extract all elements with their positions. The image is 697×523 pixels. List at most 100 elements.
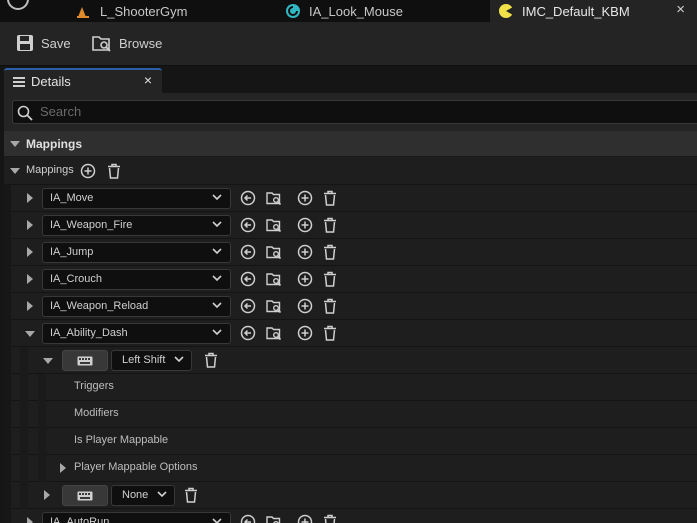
close-icon[interactable]: × <box>676 1 685 18</box>
browse-button[interactable]: Browse <box>92 33 162 53</box>
expand-arrow-icon[interactable] <box>44 490 50 500</box>
expand-arrow-icon[interactable] <box>27 220 33 230</box>
plus-circle-icon[interactable] <box>80 163 96 179</box>
find-in-browser-icon[interactable] <box>266 298 282 314</box>
reset-arrow-icon[interactable] <box>240 298 256 314</box>
plus-circle-icon[interactable] <box>297 325 313 341</box>
input-action-icon <box>286 4 300 18</box>
find-in-browser-icon[interactable] <box>266 514 282 523</box>
reset-arrow-icon[interactable] <box>240 190 256 206</box>
action-row: IA_Ability_Dash <box>4 320 697 347</box>
find-in-browser-icon[interactable] <box>266 217 282 233</box>
category-mappings[interactable]: Mappings <box>4 131 697 157</box>
collapse-arrow-icon[interactable] <box>25 331 35 337</box>
property-label: Is Player Mappable <box>74 434 169 446</box>
tab-imc-default-kbm[interactable]: IMC_Default_KBM × <box>490 0 697 22</box>
find-in-browser-icon[interactable] <box>266 244 282 260</box>
trash-icon[interactable] <box>322 217 338 233</box>
plus-circle-icon[interactable] <box>297 217 313 233</box>
reset-arrow-icon[interactable] <box>240 325 256 341</box>
expand-arrow-icon[interactable] <box>27 247 33 257</box>
indent-gutter <box>20 401 28 428</box>
property-label: Player Mappable Options <box>74 461 198 473</box>
plus-circle-icon[interactable] <box>297 271 313 287</box>
property-row-player-mappable-options[interactable]: Player Mappable Options <box>4 455 697 482</box>
trash-icon[interactable] <box>322 190 338 206</box>
save-button[interactable]: Save <box>16 33 71 53</box>
search-placeholder: Search <box>40 104 82 119</box>
expand-arrow-icon[interactable] <box>27 301 33 311</box>
category-label: Mappings <box>26 137 82 151</box>
plus-circle-icon[interactable] <box>297 190 313 206</box>
expand-arrow-icon[interactable] <box>27 193 33 203</box>
property-label: Triggers <box>74 380 114 392</box>
expand-arrow-icon[interactable] <box>27 274 33 284</box>
trash-icon[interactable] <box>106 163 122 179</box>
input-action-selector[interactable]: IA_AutoRun <box>42 512 231 523</box>
expand-arrow-icon[interactable] <box>27 517 33 523</box>
key-selector-button[interactable] <box>62 485 108 506</box>
indent-gutter <box>20 428 28 455</box>
input-action-name: IA_Weapon_Reload <box>50 300 149 312</box>
input-action-name: IA_Weapon_Fire <box>50 219 133 231</box>
property-row-modifiers[interactable]: Modifiers <box>4 401 697 428</box>
input-action-selector[interactable]: IA_Weapon_Fire <box>42 215 231 236</box>
find-in-browser-icon[interactable] <box>266 325 282 341</box>
close-icon[interactable]: × <box>144 72 152 88</box>
trash-icon[interactable] <box>322 244 338 260</box>
property-row-triggers[interactable]: Triggers <box>4 374 697 401</box>
reset-arrow-icon[interactable] <box>240 514 256 523</box>
input-action-selector[interactable]: IA_Weapon_Reload <box>42 296 231 317</box>
input-action-selector[interactable]: IA_Jump <box>42 242 231 263</box>
reset-arrow-icon[interactable] <box>240 244 256 260</box>
browse-label: Browse <box>119 35 163 51</box>
chevron-down-icon <box>174 356 184 363</box>
indent-gutter <box>4 509 11 523</box>
input-action-name: IA_AutoRun <box>50 516 110 523</box>
trash-icon[interactable] <box>322 298 338 314</box>
property-row-is-player-mappable[interactable]: Is Player Mappable <box>4 428 697 455</box>
indent-gutter <box>38 455 46 482</box>
key-dropdown[interactable]: None <box>111 485 175 506</box>
reset-arrow-icon[interactable] <box>240 271 256 287</box>
collapse-arrow-icon[interactable] <box>10 141 20 147</box>
reset-arrow-icon[interactable] <box>240 217 256 233</box>
tab-l-shootergym[interactable]: L_ShooterGym <box>72 0 262 22</box>
trash-icon[interactable] <box>203 352 219 368</box>
tab-label: L_ShooterGym <box>100 3 188 19</box>
find-in-browser-icon[interactable] <box>266 190 282 206</box>
details-tab[interactable]: Details × <box>4 68 162 93</box>
key-value: None <box>122 489 149 501</box>
trash-icon[interactable] <box>183 487 199 503</box>
indent-gutter <box>4 239 11 266</box>
indent-gutter <box>4 347 11 374</box>
key-selector-button[interactable] <box>62 350 108 371</box>
plus-circle-icon[interactable] <box>297 244 313 260</box>
keyboard-icon <box>77 356 93 366</box>
trash-icon[interactable] <box>322 514 338 523</box>
chevron-down-icon <box>212 329 222 336</box>
collapse-arrow-icon[interactable] <box>10 168 20 174</box>
property-label: Modifiers <box>74 407 119 419</box>
input-action-selector[interactable]: IA_Ability_Dash <box>42 323 231 344</box>
details-panel: Search Mappings Mappings IA_Move IA_Weapo… <box>4 93 697 523</box>
plus-circle-icon[interactable] <box>297 298 313 314</box>
document-tab-bar: L_ShooterGym IA_Look_Mouse IMC_Default_K… <box>0 0 697 22</box>
input-action-selector[interactable]: IA_Move <box>42 188 231 209</box>
indent-gutter <box>38 374 46 401</box>
search-input[interactable]: Search <box>12 100 697 124</box>
expand-arrow-icon[interactable] <box>60 463 66 473</box>
floppy-disk-icon <box>17 35 33 51</box>
plus-circle-icon[interactable] <box>297 514 313 523</box>
trash-icon[interactable] <box>322 325 338 341</box>
collapse-arrow-icon[interactable] <box>43 358 53 364</box>
trash-icon[interactable] <box>322 271 338 287</box>
find-in-browser-icon[interactable] <box>266 271 282 287</box>
indent-gutter <box>20 455 28 482</box>
keyboard-icon <box>77 491 93 501</box>
key-dropdown[interactable]: Left Shift <box>111 350 192 371</box>
indent-gutter <box>38 428 46 455</box>
level-icon <box>77 7 89 18</box>
input-action-selector[interactable]: IA_Crouch <box>42 269 231 290</box>
tab-ia-look-mouse[interactable]: IA_Look_Mouse <box>283 0 488 22</box>
